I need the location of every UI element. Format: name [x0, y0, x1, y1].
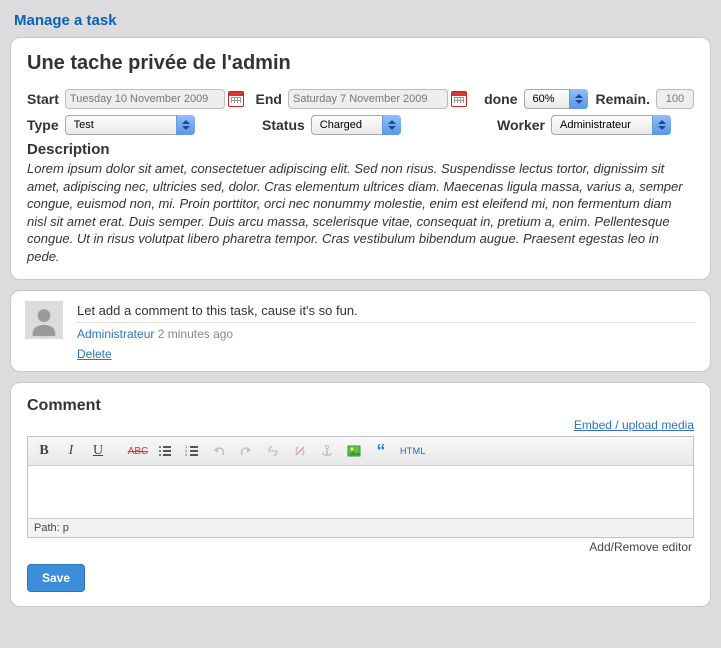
blockquote-button[interactable]: “ [371, 441, 391, 461]
delete-comment-link[interactable]: Delete [77, 347, 112, 361]
task-panel: Une tache privée de l'admin Start End do… [10, 37, 711, 280]
done-label: done [484, 91, 517, 107]
avatar [25, 301, 63, 339]
image-button[interactable] [344, 441, 364, 461]
page-title: Manage a task [14, 12, 711, 29]
worker-select[interactable]: Administrateur [551, 115, 671, 135]
status-label: Status [262, 117, 305, 133]
strikethrough-button[interactable]: ABC [128, 441, 148, 461]
end-label: End [256, 91, 282, 107]
start-date-input[interactable] [65, 89, 225, 109]
end-date-input[interactable] [288, 89, 448, 109]
comment-time: 2 minutes ago [158, 327, 233, 341]
worker-label: Worker [497, 117, 545, 133]
unlink-button[interactable] [290, 441, 310, 461]
calendar-icon[interactable] [451, 91, 467, 107]
undo-button[interactable] [209, 441, 229, 461]
editor-textarea[interactable] [28, 466, 693, 518]
editor-toolbar: B I U ABC 123 [28, 437, 693, 466]
description-label: Description [27, 141, 694, 158]
comment-author-link[interactable]: Administrateur [77, 327, 154, 341]
start-label: Start [27, 91, 59, 107]
type-select[interactable]: Test [65, 115, 195, 135]
status-select[interactable]: Charged [311, 115, 401, 135]
type-label: Type [27, 117, 59, 133]
italic-button[interactable]: I [61, 441, 81, 461]
comment-text: Let add a comment to this task, cause it… [77, 303, 696, 318]
status-select-wrap: Charged [311, 115, 401, 135]
comment-form-panel: Comment Embed / upload media B I U ABC 1… [10, 382, 711, 607]
svg-text:3: 3 [185, 452, 188, 457]
media-link-row: Embed / upload media [27, 417, 694, 432]
toggle-editor-link[interactable]: Add/Remove editor [27, 540, 692, 554]
done-select[interactable]: 60% [524, 89, 588, 109]
done-select-wrap: 60% [524, 89, 588, 109]
remain-input[interactable] [656, 89, 694, 109]
divider [77, 322, 696, 323]
anchor-button[interactable] [317, 441, 337, 461]
editor-path-bar: Path: p [28, 518, 693, 537]
fields-row-2: Type Test Status Charged Worker [27, 115, 694, 135]
html-source-button[interactable]: HTML [398, 441, 428, 461]
task-title: Une tache privée de l'admin [27, 52, 694, 75]
bold-button[interactable]: B [34, 441, 54, 461]
calendar-icon[interactable] [228, 91, 244, 107]
unordered-list-button[interactable] [155, 441, 175, 461]
comment-heading: Comment [27, 397, 694, 415]
link-button[interactable] [263, 441, 283, 461]
save-button[interactable]: Save [27, 564, 85, 592]
remain-label: Remain. [596, 91, 650, 107]
worker-select-wrap: Administrateur [551, 115, 671, 135]
redo-button[interactable] [236, 441, 256, 461]
rich-text-editor: B I U ABC 123 [27, 436, 694, 538]
person-icon [27, 305, 61, 339]
embed-media-link[interactable]: Embed / upload media [574, 418, 694, 432]
description-body: Lorem ipsum dolor sit amet, consectetuer… [27, 160, 694, 265]
comment-item: Let add a comment to this task, cause it… [10, 290, 711, 372]
type-select-wrap: Test [65, 115, 195, 135]
fields-row-1: Start End done 60% Remain. [27, 89, 694, 109]
underline-button[interactable]: U [88, 441, 108, 461]
ordered-list-button[interactable]: 123 [182, 441, 202, 461]
comment-meta: Administrateur 2 minutes ago [77, 327, 696, 341]
